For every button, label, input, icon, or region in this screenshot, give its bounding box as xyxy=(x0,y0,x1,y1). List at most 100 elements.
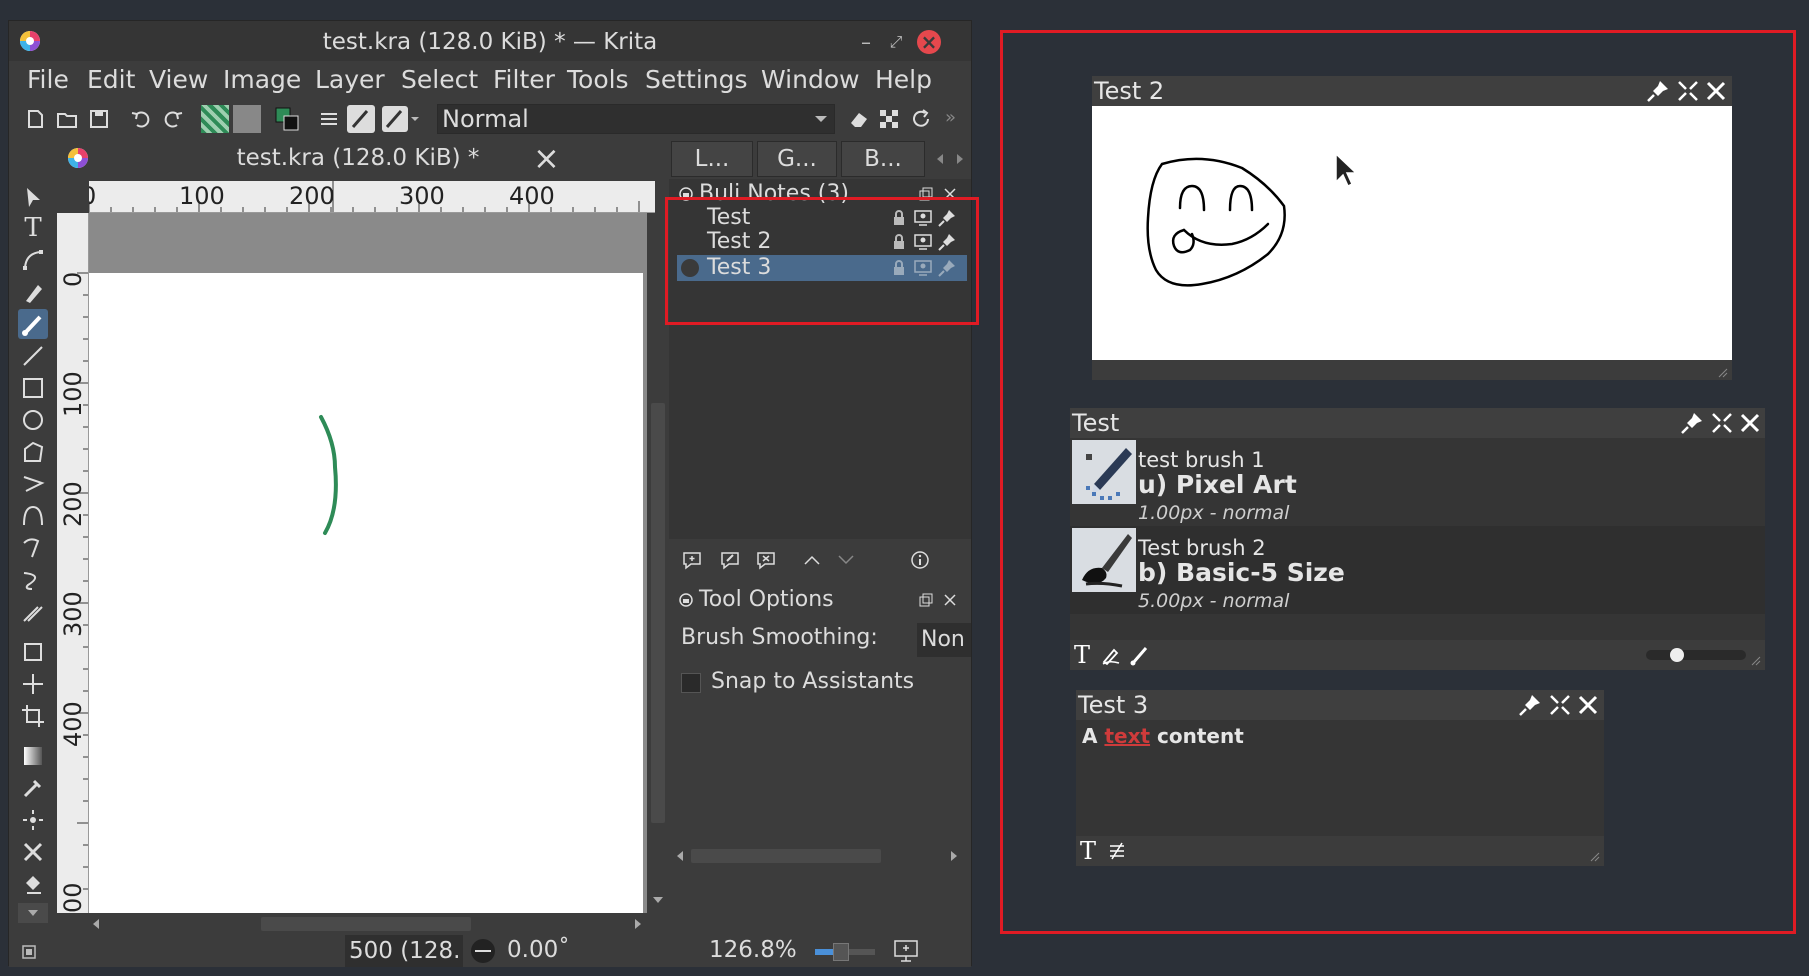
canvas-viewport[interactable] xyxy=(89,213,649,913)
gradient-tool-icon[interactable] xyxy=(18,741,48,771)
new-document-icon[interactable] xyxy=(21,105,49,133)
tool-options-scroll-handle[interactable] xyxy=(691,849,881,863)
close-document-tab-button[interactable]: × xyxy=(533,139,560,177)
brushes-mode-icon[interactable] xyxy=(1128,644,1150,666)
vertical-scroll-handle[interactable] xyxy=(651,403,665,823)
brush-list-item[interactable]: Test brush 2 b) Basic-5 Size 5.00px - no… xyxy=(1070,526,1765,614)
docker-float-icon[interactable] xyxy=(919,593,933,607)
brush-list-item[interactable]: test brush 1 u) Pixel Art 1.00px - norma… xyxy=(1070,438,1765,526)
menu-edit[interactable]: Edit xyxy=(87,65,135,94)
zoom-slider[interactable] xyxy=(815,943,875,961)
move-down-icon[interactable] xyxy=(835,549,857,571)
color-picker-tool-icon[interactable] xyxy=(18,773,48,803)
scroll-right-arrow-icon[interactable] xyxy=(633,918,643,930)
text-mode-icon[interactable]: T xyxy=(1074,641,1090,669)
select-shapes-tool-icon[interactable] xyxy=(18,183,48,213)
dock-tab-g[interactable]: G... xyxy=(757,141,837,177)
scratchpad-mode-icon[interactable] xyxy=(1100,644,1122,666)
note-rich-text[interactable]: A text content xyxy=(1082,724,1244,748)
scroll-right-arrow-icon[interactable] xyxy=(949,850,959,862)
close-icon[interactable] xyxy=(1704,79,1728,103)
scroll-down-arrow-icon[interactable] xyxy=(652,895,664,905)
menu-window[interactable]: Window xyxy=(761,65,860,94)
docker-close-icon[interactable] xyxy=(943,593,957,607)
reload-icon[interactable] xyxy=(907,105,935,133)
menu-tools[interactable]: Tools xyxy=(567,65,629,94)
menu-select[interactable]: Select xyxy=(401,65,478,94)
pin-icon[interactable] xyxy=(1646,79,1670,103)
selection-mode-icon[interactable] xyxy=(21,944,37,960)
brush-presets-dropdown[interactable] xyxy=(381,105,421,133)
assistant-tool-icon[interactable] xyxy=(18,837,48,867)
pin-icon[interactable] xyxy=(1680,411,1704,435)
dock-tab-scroll-left-icon[interactable] xyxy=(935,153,945,165)
resize-grip-icon[interactable] xyxy=(1716,366,1728,378)
fill-tool-icon[interactable] xyxy=(18,869,48,899)
dynamic-brush-tool-icon[interactable] xyxy=(18,565,48,595)
floating-note-test[interactable]: Test test brush 1 u) Pixel Art 1.00px - … xyxy=(1070,408,1765,670)
preserve-alpha-icon[interactable] xyxy=(875,105,903,133)
menu-filter[interactable]: Filter xyxy=(493,65,555,94)
fill-gradient-icon[interactable] xyxy=(201,105,229,133)
blend-mode-select[interactable]: Normal xyxy=(437,104,835,134)
minimize-note-icon[interactable] xyxy=(1676,79,1700,103)
menu-settings[interactable]: Settings xyxy=(645,65,748,94)
layer-options-icon[interactable] xyxy=(315,105,343,133)
note-header[interactable]: Test xyxy=(1070,408,1765,438)
polygon-tool-icon[interactable] xyxy=(18,437,48,467)
dock-tab-b[interactable]: B... xyxy=(841,141,925,177)
ellipse-tool-icon[interactable] xyxy=(18,405,48,435)
dock-tab-layers[interactable]: L... xyxy=(671,141,753,177)
add-note-icon[interactable] xyxy=(681,549,703,571)
scroll-left-arrow-icon[interactable] xyxy=(91,918,101,930)
minimize-button[interactable]: – xyxy=(855,31,877,53)
menu-view[interactable]: View xyxy=(149,65,208,94)
thumbnail-size-slider[interactable] xyxy=(1646,648,1746,662)
menu-image[interactable]: Image xyxy=(223,65,301,94)
text-tool-icon[interactable]: T xyxy=(18,213,48,243)
canvas-horizontal-scrollbar[interactable] xyxy=(89,913,647,935)
text-mode-icon[interactable]: T xyxy=(1080,837,1096,865)
close-icon[interactable] xyxy=(1738,411,1762,435)
zoom-slider-handle[interactable] xyxy=(833,943,849,961)
minimize-note-icon[interactable] xyxy=(1548,693,1572,717)
toolbox-scroll-down-icon[interactable] xyxy=(18,903,48,923)
note-text-link[interactable]: text xyxy=(1104,724,1150,748)
freehand-brush-tool-icon[interactable] xyxy=(18,309,48,339)
undo-icon[interactable] xyxy=(127,105,155,133)
color-swatches-icon[interactable] xyxy=(273,105,301,133)
delete-note-icon[interactable] xyxy=(755,549,777,571)
multibrush-tool-icon[interactable] xyxy=(18,597,48,627)
tool-options-scrollbar[interactable] xyxy=(673,845,963,867)
thumbnail-size-slider-handle[interactable] xyxy=(1670,648,1684,662)
floating-note-test-3[interactable]: Test 3 A text content T xyxy=(1076,690,1604,866)
pin-icon[interactable] xyxy=(1518,693,1542,717)
snap-to-assistants-checkbox[interactable] xyxy=(681,673,701,693)
horizontal-scroll-handle[interactable] xyxy=(261,917,471,931)
move-up-icon[interactable] xyxy=(801,549,823,571)
line-tool-icon[interactable] xyxy=(18,341,48,371)
smart-patch-tool-icon[interactable] xyxy=(18,805,48,835)
rectangle-tool-icon[interactable] xyxy=(18,373,48,403)
info-icon[interactable] xyxy=(909,549,931,571)
text-style-icon[interactable] xyxy=(1106,840,1128,862)
bezier-tool-icon[interactable] xyxy=(18,501,48,531)
resize-grip-icon[interactable] xyxy=(1749,654,1761,666)
dock-tab-scroll-right-icon[interactable] xyxy=(955,153,965,165)
floating-note-test-2[interactable]: Test 2 xyxy=(1092,76,1732,380)
open-folder-icon[interactable] xyxy=(53,105,81,133)
close-window-button[interactable]: × xyxy=(917,30,941,54)
redo-icon[interactable] xyxy=(159,105,187,133)
move-tool-icon[interactable] xyxy=(18,669,48,699)
canvas-only-mode-icon[interactable] xyxy=(893,939,919,963)
docker-lock-icon[interactable] xyxy=(679,593,693,607)
note-drawing-canvas[interactable] xyxy=(1092,106,1732,360)
menu-layer[interactable]: Layer xyxy=(315,65,385,94)
brush-editor-icon[interactable] xyxy=(347,105,375,133)
transform-tool-icon[interactable] xyxy=(18,637,48,667)
calligraphy-tool-icon[interactable] xyxy=(18,277,48,307)
menu-file[interactable]: File xyxy=(27,65,69,94)
rotation-dial-icon[interactable] xyxy=(469,937,497,965)
save-icon[interactable] xyxy=(85,105,113,133)
menu-help[interactable]: Help xyxy=(875,65,932,94)
